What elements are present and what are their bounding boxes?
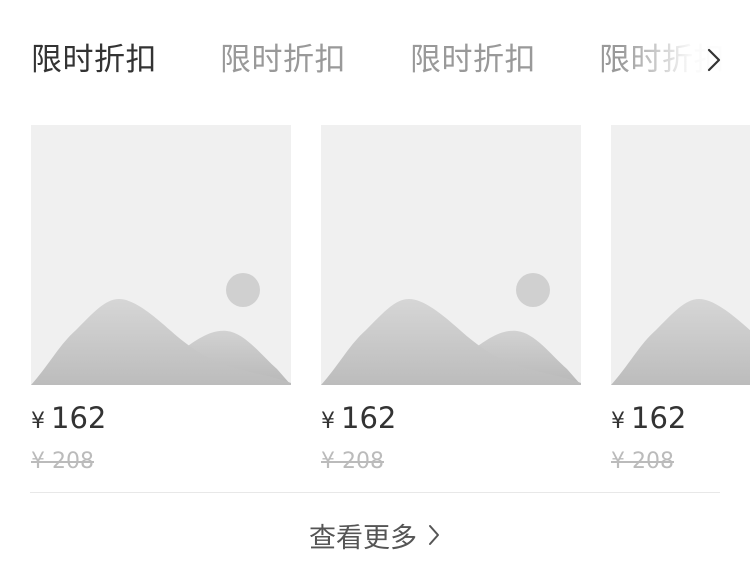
discount-section: 限时折扣 限时折扣 限时折扣 限时折扣 ¥ 162 ¥ 208 ¥ 162 ¥ …	[0, 0, 750, 586]
product-image	[31, 125, 291, 385]
sale-price: 162	[631, 401, 687, 435]
tab-discount-1[interactable]: 限时折扣	[31, 38, 157, 82]
product-image	[321, 125, 581, 385]
image-placeholder-icon	[31, 273, 291, 385]
tabs-scroll-button[interactable]	[700, 42, 728, 78]
original-price: ¥ 208	[321, 449, 384, 474]
original-price: ¥ 208	[611, 449, 674, 474]
view-more-button[interactable]: 查看更多	[0, 513, 750, 557]
currency-symbol: ¥	[31, 409, 45, 434]
image-placeholder-icon	[321, 273, 581, 385]
view-more-label: 查看更多	[309, 522, 417, 554]
currency-symbol: ¥	[611, 409, 625, 434]
original-price: ¥ 208	[31, 449, 94, 474]
chevron-right-icon	[707, 48, 721, 72]
price: ¥162	[321, 401, 396, 435]
product-list: ¥162 ¥ 208 ¥ 162 ¥ 208 ¥ 162 ¥ 208	[0, 125, 750, 485]
product-card[interactable]: ¥162 ¥ 208	[31, 125, 291, 474]
tab-discount-3[interactable]: 限时折扣	[410, 38, 536, 82]
price: ¥162	[31, 401, 106, 435]
divider	[30, 492, 720, 493]
product-card[interactable]: ¥162 ¥ 208	[611, 125, 750, 474]
image-placeholder-icon	[611, 299, 750, 385]
sale-price: 162	[51, 401, 107, 435]
product-image	[611, 125, 750, 385]
currency-symbol: ¥	[321, 409, 335, 434]
chevron-right-icon	[427, 523, 441, 547]
tab-discount-2[interactable]: 限时折扣	[220, 38, 346, 82]
tab-bar: 限时折扣 限时折扣 限时折扣 限时折扣	[0, 0, 750, 120]
price: ¥162	[611, 401, 686, 435]
sale-price: 162	[341, 401, 397, 435]
product-card[interactable]: ¥162 ¥ 208	[321, 125, 581, 474]
